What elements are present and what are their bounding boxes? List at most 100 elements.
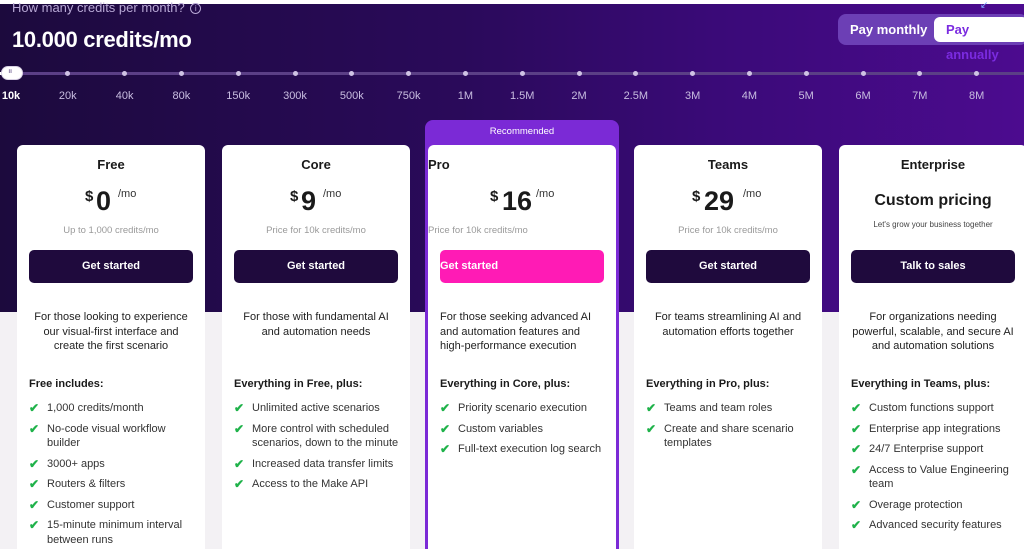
check-icon: ✔ <box>29 518 40 532</box>
price-currency: $ <box>85 188 94 205</box>
feature-item: ✔ No-code visual workflow builder <box>29 421 166 450</box>
feature-list: ✔ Teams and team roles ✔ Create and share … <box>646 401 818 457</box>
slider-stop[interactable] <box>292 71 298 76</box>
plan-name: Core <box>301 157 331 172</box>
slider-tick-label[interactable]: 500k <box>340 90 364 102</box>
get-started-button[interactable]: Get started <box>29 250 193 283</box>
slider-tick-label[interactable]: 20k <box>59 90 77 102</box>
check-icon: ✔ <box>29 401 40 415</box>
price-amount: 29 <box>704 186 735 216</box>
pay-annually-option[interactable]: Pay annually <box>934 17 1024 62</box>
recommended-badge: Recommended <box>489 126 555 137</box>
feature-list: ✔ 1,000 credits/month ✔ No-code visual wor… <box>29 401 201 549</box>
credits-slider-thumb[interactable] <box>1 66 23 80</box>
feature-list: ✔ Unlimited active scenarios ✔ More contro… <box>234 401 406 498</box>
price-period: /mo <box>323 188 342 200</box>
slider-stop[interactable] <box>860 71 866 76</box>
features-heading: Everything in Free, plus: <box>234 378 363 390</box>
price: $ 16 /mo <box>428 185 616 221</box>
slider-tick-label[interactable]: 2M <box>571 90 586 102</box>
price-currency: $ <box>290 188 299 205</box>
slider-tick-label[interactable]: 150k <box>226 90 250 102</box>
slider-tick-label[interactable]: 3M <box>685 90 700 102</box>
slider-tick-label[interactable]: 7M <box>912 90 927 102</box>
plan-description: For organizations needing powerful, scal… <box>852 311 1014 352</box>
check-icon: ✔ <box>234 477 245 491</box>
slider-tick-label[interactable]: 1M <box>458 90 473 102</box>
price-period: /mo <box>743 188 762 200</box>
slider-tick-label[interactable]: 1.5M <box>510 90 534 102</box>
price: $ 29 /mo <box>634 185 822 221</box>
plan-card-core: Core $ 9 /mo Price for 10k credits/mo Ge… <box>222 145 410 549</box>
features-heading: Everything in Teams, plus: <box>851 378 991 390</box>
slider-stop[interactable] <box>235 71 241 76</box>
feature-item: ✔ Create and share scenario templates <box>646 421 794 450</box>
slider-tick-label[interactable]: 80k <box>173 90 191 102</box>
feature-list: ✔ Priority scenario execution ✔ Custom var… <box>440 401 612 463</box>
slider-stop[interactable] <box>803 71 809 76</box>
check-icon: ✔ <box>234 456 245 471</box>
slider-tick-label[interactable]: 2.5M <box>624 90 648 102</box>
price-note: Price for 10k credits/mo <box>266 225 366 236</box>
slider-tick-label[interactable]: 10k <box>2 90 20 102</box>
talk-to-sales-button[interactable]: Talk to sales <box>851 250 1015 283</box>
slider-tick-label[interactable]: 4M <box>742 90 757 102</box>
feature-item: ✔ 24/7 Enterprise support <box>851 442 984 456</box>
feature-list: ✔ Custom functions support ✔ Enterprise ap… <box>851 401 1023 539</box>
price-note: Price for 10k credits/mo <box>678 225 778 236</box>
check-icon: ✔ <box>851 401 862 415</box>
slider-tick-label[interactable]: 40k <box>116 90 134 102</box>
feature-item: ✔ 1,000 credits/month <box>29 401 144 415</box>
feature-item: ✔ More control with scheduled scenarios, … <box>234 421 399 450</box>
slider-stop[interactable] <box>519 71 525 76</box>
slider-tick-label[interactable]: 300k <box>283 90 307 102</box>
slider-tick-label[interactable]: 750k <box>397 90 421 102</box>
slider-stop[interactable] <box>576 71 582 76</box>
slider-tick-label[interactable]: 8M <box>969 90 984 102</box>
slider-tick-label[interactable]: 6M <box>855 90 870 102</box>
check-icon: ✔ <box>234 421 245 436</box>
slider-stop[interactable] <box>178 71 184 76</box>
plan-card-free: Free $ 0 /mo Up to 1,000 credits/mo Get … <box>17 145 205 549</box>
feature-item: ✔ Priority scenario execution <box>440 401 588 415</box>
custom-pricing: Custom pricing <box>874 192 992 209</box>
price-period: /mo <box>536 188 555 200</box>
features-heading: Everything in Pro, plus: <box>646 378 770 390</box>
get-started-button[interactable]: Get started <box>646 250 810 283</box>
check-icon: ✔ <box>851 518 862 532</box>
price-period: /mo <box>118 188 137 200</box>
get-started-button[interactable]: Get started <box>234 250 398 283</box>
credits-question-label: How many credits per month? <box>12 0 185 15</box>
info-icon[interactable]: i <box>190 3 202 14</box>
check-icon: ✔ <box>29 456 40 471</box>
plan-card-pro: Recommended Pro $ 16 /mo Price for 10k c… <box>425 120 619 549</box>
feature-item: ✔ Increased data transfer limits <box>234 456 394 471</box>
pay-monthly-option[interactable]: Pay monthly <box>838 17 939 42</box>
plan-name: Free <box>97 157 125 172</box>
price-currency: $ <box>692 188 701 205</box>
plan-name: Enterprise <box>900 157 966 172</box>
check-icon: ✔ <box>29 421 40 436</box>
feature-item: ✔ Custom functions support <box>851 401 994 415</box>
feature-item: ✔ Enterprise app integrations <box>851 421 1001 436</box>
plan-description: For teams streamlining AI and automation… <box>654 311 802 338</box>
billing-toggle[interactable]: Pay monthly Pay annually <box>838 14 1024 62</box>
price-amount: 16 <box>502 186 533 216</box>
slider-stop[interactable] <box>462 71 468 76</box>
price-currency: $ <box>490 188 499 205</box>
check-icon: ✔ <box>851 421 862 436</box>
credits-question: How many credits per month? i <box>12 0 202 15</box>
slider-tick-label[interactable]: 5M <box>799 90 814 102</box>
check-icon: ✔ <box>851 497 862 512</box>
credits-slider-track[interactable] <box>0 72 1024 75</box>
check-icon: ✔ <box>29 477 40 491</box>
plan-name: Pro <box>428 157 450 172</box>
plan-description: For those seeking advanced AI and automa… <box>440 311 592 352</box>
plan-card-teams: Teams $ 29 /mo Price for 10k credits/mo … <box>634 145 822 549</box>
slider-stop[interactable] <box>746 71 752 76</box>
feature-item: ✔ Overage protection <box>851 497 963 512</box>
feature-item: ✔ Teams and team roles <box>646 401 773 415</box>
get-started-button[interactable]: Get started <box>440 250 604 283</box>
feature-item: ✔ Routers & filters <box>29 477 126 491</box>
feature-item: ✔ Full-text execution log search <box>440 442 602 456</box>
